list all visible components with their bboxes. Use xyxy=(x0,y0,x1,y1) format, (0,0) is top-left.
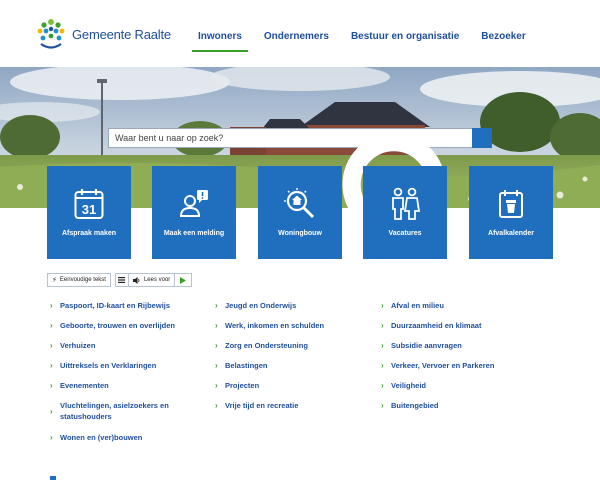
read-aloud-button[interactable]: Lees voor xyxy=(129,274,176,286)
link-afval[interactable]: › Afval en milieu xyxy=(380,300,444,311)
tile-afvalkalender[interactable]: Afvalkalender xyxy=(469,166,553,259)
easy-text-button[interactable]: ⚡ Eenvoudige tekst xyxy=(47,273,111,287)
link-evenementen[interactable]: › Evenementen xyxy=(49,380,109,391)
link-projecten[interactable]: › Projecten xyxy=(214,380,259,391)
link-buitengebied[interactable]: › Buitengebied xyxy=(380,400,439,411)
link-duurzaamheid[interactable]: › Duurzaamheid en klimaat xyxy=(380,320,481,331)
site-header: Gemeente Raalte Inwoners Ondernemers Bes… xyxy=(0,0,600,67)
nav-ondernemers[interactable]: Ondernemers xyxy=(258,24,335,52)
play-icon xyxy=(180,276,187,284)
link-uittreksels[interactable]: › Uittreksels en Verklaringen xyxy=(49,360,156,371)
link-geboorte[interactable]: › Geboorte, trouwen en overlijden xyxy=(49,320,175,331)
play-button[interactable] xyxy=(175,274,191,286)
chevron-right-icon: › xyxy=(381,321,384,330)
site-logo[interactable]: Gemeente Raalte xyxy=(36,14,171,54)
chevron-right-icon: › xyxy=(215,321,218,330)
speaker-icon xyxy=(132,276,140,284)
tile-afspraak-maken[interactable]: 31 Afspraak maken xyxy=(47,166,131,259)
chevron-right-icon: › xyxy=(50,301,53,310)
link-vrije-tijd[interactable]: › Vrije tijd en recreatie xyxy=(214,400,298,411)
chevron-right-icon: › xyxy=(215,361,218,370)
tile-label: Woningbouw xyxy=(278,230,322,237)
link-jeugd[interactable]: › Jeugd en Onderwijs xyxy=(214,300,296,311)
readspeaker-bar: ⚡ Eenvoudige tekst Lees voor xyxy=(47,273,193,287)
link-werk[interactable]: › Werk, inkomen en schulden xyxy=(214,320,324,331)
link-paspoort[interactable]: › Paspoort, ID-kaart en Rijbewijs xyxy=(49,300,170,311)
people-icon xyxy=(392,187,421,220)
link-wonen[interactable]: › Wonen en (ver)bouwen xyxy=(49,432,142,443)
easy-text-label: Eenvoudige tekst xyxy=(59,277,106,283)
chevron-right-icon: › xyxy=(381,401,384,410)
link-verkeer[interactable]: › Verkeer, Vervoer en Parkeren xyxy=(380,360,494,371)
chevron-right-icon: › xyxy=(50,407,53,416)
nav-bezoeker[interactable]: Bezoeker xyxy=(475,24,531,52)
chevron-right-icon: › xyxy=(50,361,53,370)
tile-label: Afspraak maken xyxy=(61,230,117,237)
search-button[interactable] xyxy=(342,128,492,208)
link-verhuizen[interactable]: › Verhuizen xyxy=(49,340,95,351)
link-subsidie[interactable]: › Subsidie aanvragen xyxy=(380,340,462,351)
lightning-icon: ⚡ xyxy=(52,277,57,284)
calendar-icon: 31 xyxy=(74,189,104,219)
chevron-right-icon: › xyxy=(215,341,218,350)
nav-bestuur-en-organisatie[interactable]: Bestuur en organisatie xyxy=(345,24,465,52)
link-vluchtelingen[interactable]: › Vluchtelingen, asielzoekers en statusho… xyxy=(49,400,189,422)
tile-label: Maak een melding xyxy=(163,230,225,237)
link-belastingen[interactable]: › Belastingen xyxy=(214,360,268,371)
house-magnifier-icon xyxy=(284,188,315,219)
menu-icon xyxy=(118,277,126,283)
tile-maak-een-melding[interactable]: Maak een melding xyxy=(152,166,236,259)
chevron-right-icon: › xyxy=(50,381,53,390)
search-bar xyxy=(108,128,492,208)
tile-label: Afvalkalender xyxy=(488,230,534,237)
logo-flower-icon xyxy=(37,19,65,49)
tile-label: Vacatures xyxy=(388,230,422,237)
tile-vacatures[interactable]: Vacatures xyxy=(363,166,447,259)
chevron-right-icon: › xyxy=(381,341,384,350)
main-nav: Inwoners Ondernemers Bestuur en organisa… xyxy=(192,24,542,52)
chevron-right-icon: › xyxy=(215,401,218,410)
nav-inwoners[interactable]: Inwoners xyxy=(192,24,248,52)
chevron-right-icon: › xyxy=(381,301,384,310)
report-person-icon xyxy=(179,190,208,217)
chevron-right-icon: › xyxy=(381,361,384,370)
chevron-right-icon: › xyxy=(50,321,53,330)
tile-woningbouw[interactable]: Woningbouw xyxy=(258,166,342,259)
chevron-right-icon: › xyxy=(215,381,218,390)
chevron-right-icon: › xyxy=(215,301,218,310)
read-aloud-player: Lees voor xyxy=(114,273,193,287)
quick-tiles: 31 Afspraak maken Maak een melding Wonin… xyxy=(47,166,553,259)
chevron-right-icon: › xyxy=(50,341,53,350)
player-menu-button[interactable] xyxy=(116,274,129,286)
waste-calendar-icon xyxy=(499,190,523,218)
link-veiligheid[interactable]: › Veiligheid xyxy=(380,380,426,391)
link-zorg[interactable]: › Zorg en Ondersteuning xyxy=(214,340,308,351)
chevron-right-icon: › xyxy=(50,433,53,442)
footer-section-edge xyxy=(50,476,56,480)
calendar-day-number: 31 xyxy=(82,202,96,217)
read-aloud-label: Lees voor xyxy=(143,277,171,283)
chevron-right-icon: › xyxy=(381,381,384,390)
logo-text: Gemeente Raalte xyxy=(72,26,171,42)
